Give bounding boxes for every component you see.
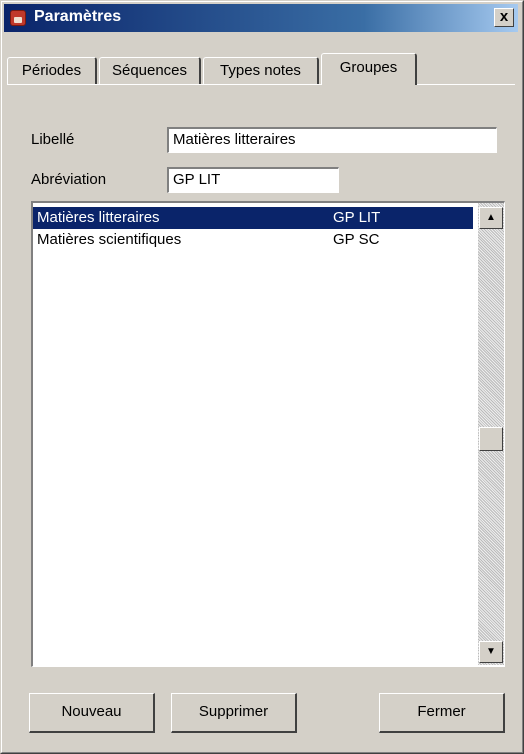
libelle-field[interactable]: Matières litteraires bbox=[167, 127, 497, 153]
abreviation-label: Abréviation bbox=[31, 171, 107, 188]
list-item[interactable]: Matières scientifiques GP SC bbox=[33, 229, 473, 251]
app-icon bbox=[10, 10, 26, 26]
window-title: Paramètres bbox=[34, 8, 122, 25]
close-window-button[interactable]: x bbox=[494, 8, 514, 27]
list-item-abbr: GP SC bbox=[333, 231, 380, 248]
libelle-label: Libellé bbox=[31, 131, 75, 148]
tab-periodes[interactable]: Périodes bbox=[7, 57, 97, 85]
close-button[interactable]: Fermer bbox=[379, 693, 505, 733]
vertical-scrollbar[interactable]: ▲ ▼ bbox=[478, 203, 504, 665]
title-bar[interactable]: Paramètres x bbox=[4, 4, 518, 32]
parametres-window: Paramètres x Périodes Séquences Types no… bbox=[0, 0, 524, 754]
delete-button[interactable]: Supprimer bbox=[171, 693, 297, 733]
groupes-list[interactable]: Matières litteraires GP LIT Matières sci… bbox=[31, 201, 505, 667]
list-item-name: Matières scientifiques bbox=[37, 231, 182, 248]
tab-sequences[interactable]: Séquences bbox=[99, 57, 201, 85]
tab-groupes[interactable]: Groupes bbox=[321, 53, 417, 85]
tab-bar: Périodes Séquences Types notes Groupes bbox=[7, 53, 507, 85]
new-button[interactable]: Nouveau bbox=[29, 693, 155, 733]
scroll-thumb[interactable] bbox=[479, 427, 503, 451]
list-item-abbr: GP LIT bbox=[333, 209, 381, 226]
list-item[interactable]: Matières litteraires GP LIT bbox=[33, 207, 473, 229]
scroll-up-button[interactable]: ▲ bbox=[479, 207, 503, 229]
scroll-down-button[interactable]: ▼ bbox=[479, 641, 503, 663]
list-item-name: Matières litteraires bbox=[37, 209, 160, 226]
abreviation-field[interactable]: GP LIT bbox=[167, 167, 339, 193]
tab-types-notes[interactable]: Types notes bbox=[203, 57, 319, 85]
